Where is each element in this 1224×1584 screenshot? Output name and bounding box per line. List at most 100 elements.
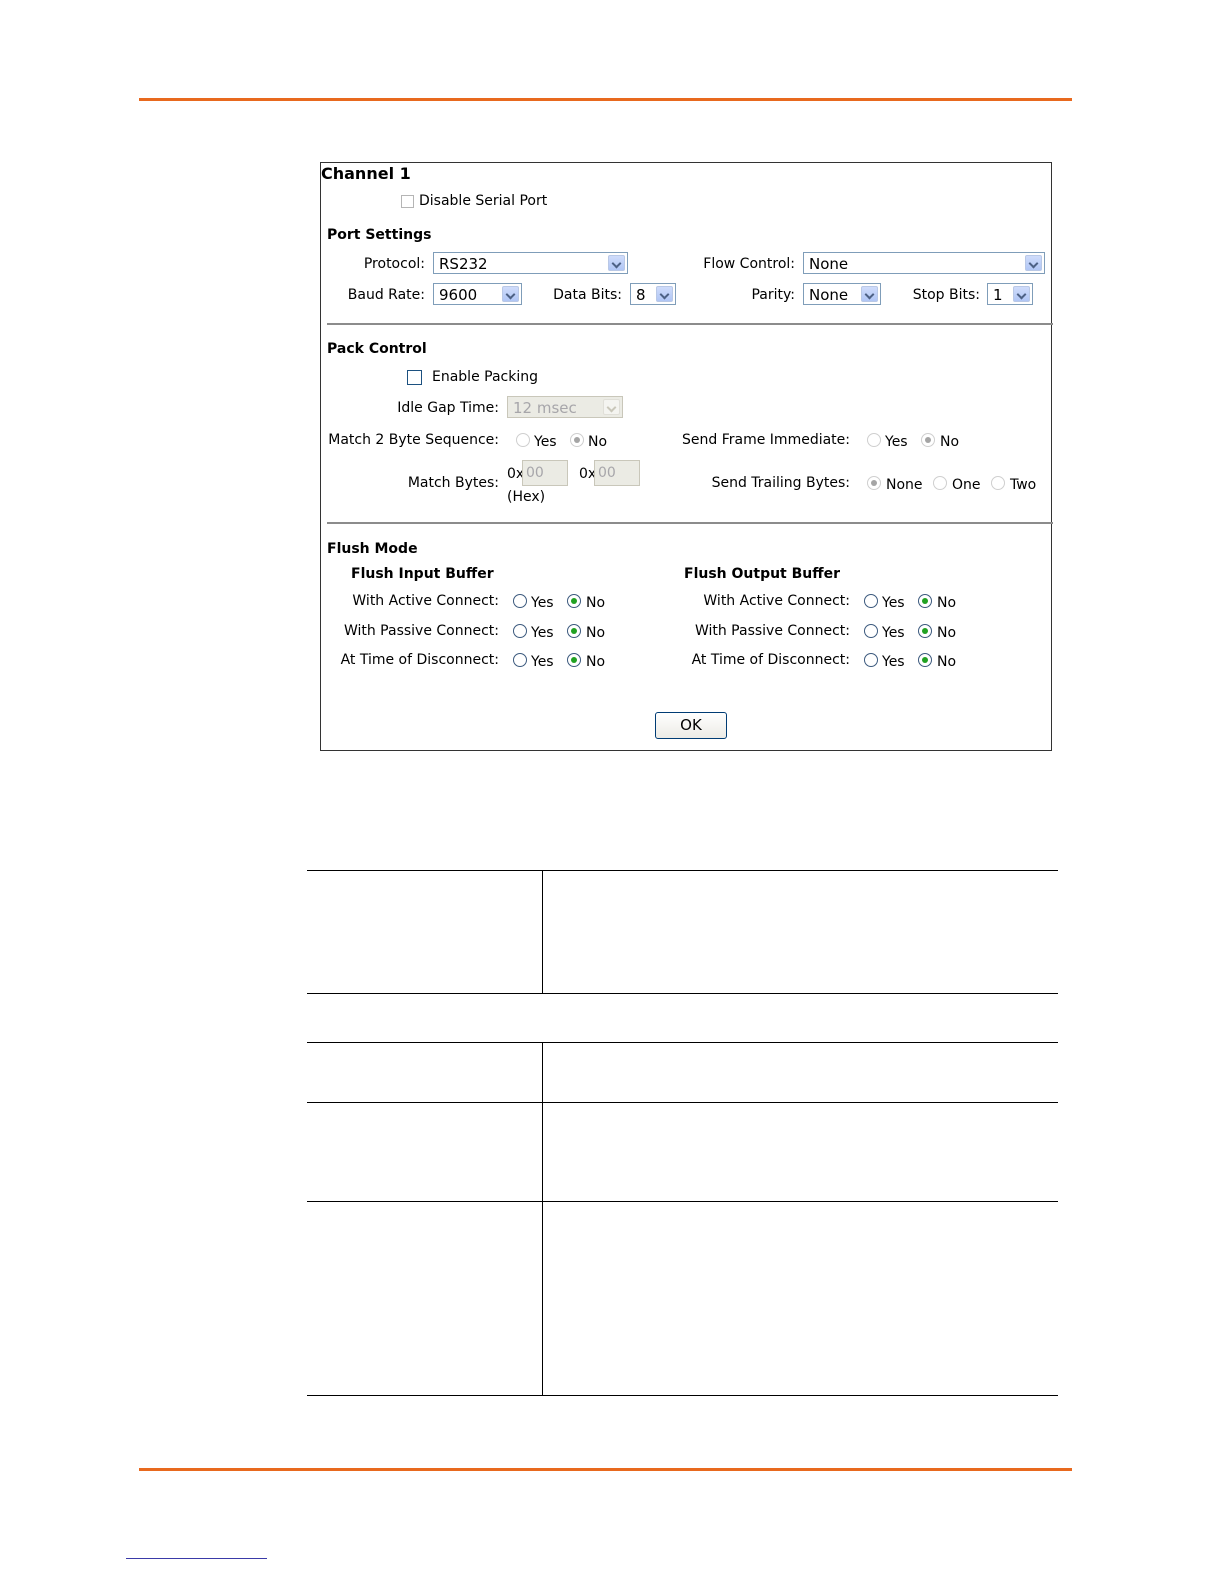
match-byte-1-input[interactable]: 00 — [522, 460, 568, 486]
output-active-connect-label: With Active Connect: — [703, 593, 850, 609]
flow-control-value: None — [809, 255, 849, 273]
parity-label: Parity: — [751, 287, 795, 303]
output-disconnect-yes-label: Yes — [882, 654, 905, 670]
header-rule — [139, 98, 1072, 101]
chevron-down-icon — [603, 399, 620, 415]
table-rule — [307, 1201, 1058, 1202]
footer-rule — [139, 1468, 1072, 1471]
output-active-no-radio[interactable] — [918, 594, 932, 608]
match-2-byte-sequence-label: Match 2 Byte Sequence: — [328, 432, 499, 448]
table-column-divider — [542, 870, 543, 994]
input-active-no-radio[interactable] — [567, 594, 581, 608]
chevron-down-icon — [502, 286, 519, 302]
flush-output-buffer-heading: Flush Output Buffer — [684, 566, 840, 582]
trailing-two-label: Two — [1010, 477, 1037, 493]
table-column-divider — [542, 1042, 543, 1396]
match-byte-2-input[interactable]: 00 — [594, 460, 640, 486]
send-frame-yes-label: Yes — [885, 434, 908, 450]
match-2-byte-yes-label: Yes — [534, 434, 557, 450]
disable-serial-port-label: Disable Serial Port — [419, 193, 548, 209]
input-passive-yes-radio[interactable] — [513, 624, 527, 638]
data-bits-value: 8 — [636, 286, 646, 304]
input-disconnect-no-radio[interactable] — [567, 653, 581, 667]
protocol-select[interactable]: RS232 — [433, 252, 628, 274]
idle-gap-time-select[interactable]: 12 msec — [507, 396, 623, 418]
dialog-title: Channel 1 — [321, 164, 411, 183]
idle-gap-time-label: Idle Gap Time: — [397, 400, 499, 416]
flow-control-select[interactable]: None — [803, 252, 1045, 274]
output-passive-no-radio[interactable] — [918, 624, 932, 638]
data-bits-label: Data Bits: — [553, 287, 622, 303]
idle-gap-time-value: 12 msec — [513, 399, 577, 417]
trailing-one-radio[interactable] — [933, 476, 947, 490]
input-disconnect-label: At Time of Disconnect: — [340, 652, 499, 668]
match-2-byte-no-label: No — [588, 434, 608, 450]
send-frame-no-label: No — [940, 434, 960, 450]
match-2-byte-yes-radio[interactable] — [516, 433, 530, 447]
output-active-yes-radio[interactable] — [864, 594, 878, 608]
output-active-no-label: No — [937, 595, 957, 611]
protocol-value: RS232 — [439, 255, 488, 273]
trailing-none-radio[interactable] — [867, 476, 881, 490]
match-bytes-label: Match Bytes: — [407, 475, 499, 491]
baud-rate-label: Baud Rate: — [347, 287, 425, 303]
table-rule — [307, 993, 1058, 994]
chevron-down-icon — [861, 286, 878, 302]
baud-rate-value: 9600 — [439, 286, 478, 304]
input-disconnect-no-label: No — [586, 654, 606, 670]
output-disconnect-no-label: No — [937, 654, 957, 670]
output-passive-connect-label: With Passive Connect: — [694, 623, 850, 639]
ok-button[interactable]: OK — [655, 712, 727, 739]
send-frame-yes-radio[interactable] — [867, 433, 881, 447]
chevron-down-icon — [608, 255, 625, 271]
trailing-one-label: One — [952, 477, 981, 493]
output-passive-no-label: No — [937, 625, 957, 641]
input-disconnect-yes-radio[interactable] — [513, 653, 527, 667]
send-trailing-bytes-label: Send Trailing Bytes: — [711, 475, 850, 491]
flush-mode-heading: Flush Mode — [327, 541, 418, 557]
input-active-no-label: No — [586, 595, 606, 611]
chevron-down-icon — [656, 286, 673, 302]
input-active-yes-label: Yes — [531, 595, 554, 611]
flush-input-buffer-heading: Flush Input Buffer — [351, 566, 494, 582]
output-disconnect-no-radio[interactable] — [918, 653, 932, 667]
match-2-byte-no-radio[interactable] — [570, 433, 584, 447]
output-disconnect-yes-radio[interactable] — [864, 653, 878, 667]
trailing-two-radio[interactable] — [991, 476, 1005, 490]
chevron-down-icon — [1025, 255, 1042, 271]
output-disconnect-label: At Time of Disconnect: — [691, 652, 850, 668]
input-passive-no-radio[interactable] — [567, 624, 581, 638]
enable-packing-checkbox[interactable] — [407, 370, 422, 385]
input-passive-no-label: No — [586, 625, 606, 641]
input-disconnect-yes-label: Yes — [531, 654, 554, 670]
baud-rate-select[interactable]: 9600 — [433, 283, 522, 305]
input-passive-yes-label: Yes — [531, 625, 554, 641]
send-frame-no-radio[interactable] — [921, 433, 935, 447]
output-passive-yes-radio[interactable] — [864, 624, 878, 638]
enable-packing-label: Enable Packing — [432, 369, 538, 385]
disable-serial-port-checkbox[interactable] — [401, 195, 414, 208]
port-settings-heading: Port Settings — [327, 227, 432, 243]
flow-control-label: Flow Control: — [703, 256, 795, 272]
table-rule — [307, 1102, 1058, 1103]
table-rule — [307, 870, 1058, 871]
stop-bits-label: Stop Bits: — [912, 287, 980, 303]
input-active-yes-radio[interactable] — [513, 594, 527, 608]
section-divider — [327, 323, 1053, 325]
table-rule — [307, 1042, 1058, 1043]
pack-control-heading: Pack Control — [327, 341, 427, 357]
parity-select[interactable]: None — [803, 283, 881, 305]
stop-bits-select[interactable]: 1 — [987, 283, 1033, 305]
footer-link-underline[interactable] — [126, 1558, 267, 1559]
input-passive-connect-label: With Passive Connect: — [343, 623, 499, 639]
table-rule — [307, 1395, 1058, 1396]
parity-value: None — [809, 286, 849, 304]
trailing-none-label: None — [886, 477, 923, 493]
protocol-label: Protocol: — [363, 256, 425, 272]
section-divider — [327, 522, 1053, 524]
output-active-yes-label: Yes — [882, 595, 905, 611]
output-passive-yes-label: Yes — [882, 625, 905, 641]
stop-bits-value: 1 — [993, 286, 1003, 304]
data-bits-select[interactable]: 8 — [630, 283, 676, 305]
input-active-connect-label: With Active Connect: — [352, 593, 499, 609]
